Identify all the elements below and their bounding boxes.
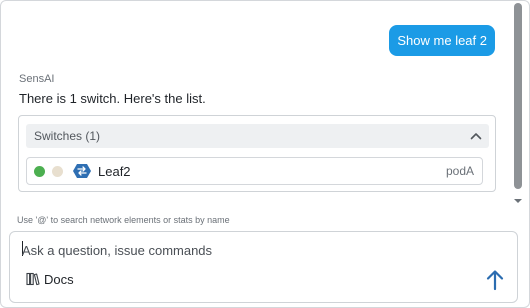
assistant-message: There is 1 switch. Here's the list. — [19, 91, 206, 106]
mention-hint: Use '@' to search network elements or st… — [17, 215, 230, 225]
switches-card: Switches (1) Leaf2 podA — [18, 115, 496, 192]
books-icon — [26, 272, 40, 286]
arrow-up-icon[interactable] — [484, 268, 506, 292]
chat-history: Show me leaf 2 SensAI There is 1 switch.… — [3, 3, 510, 209]
chat-panel: Show me leaf 2 SensAI There is 1 switch.… — [0, 0, 530, 308]
switch-name[interactable]: Leaf2 — [98, 164, 131, 179]
docs-label: Docs — [44, 271, 74, 287]
question-input[interactable] — [22, 240, 442, 260]
scroll-down-arrow-icon[interactable] — [513, 197, 523, 205]
chat-scrollbar[interactable] — [511, 3, 527, 207]
switch-row[interactable]: Leaf2 podA — [26, 157, 483, 185]
user-message-bubble: Show me leaf 2 — [389, 25, 495, 56]
status-dot-secondary — [52, 166, 63, 177]
chevron-up-icon[interactable] — [469, 129, 483, 143]
switches-card-title: Switches (1) — [34, 129, 101, 143]
status-dot-green — [34, 166, 45, 177]
composer: Docs — [9, 231, 518, 303]
switches-card-header[interactable]: Switches (1) — [26, 124, 489, 148]
switch-pod: podA — [445, 164, 474, 178]
docs-button[interactable]: Docs — [18, 268, 74, 290]
scrollbar-thumb[interactable] — [514, 3, 522, 189]
assistant-name: SensAI — [19, 73, 55, 85]
switch-icon — [73, 164, 91, 178]
